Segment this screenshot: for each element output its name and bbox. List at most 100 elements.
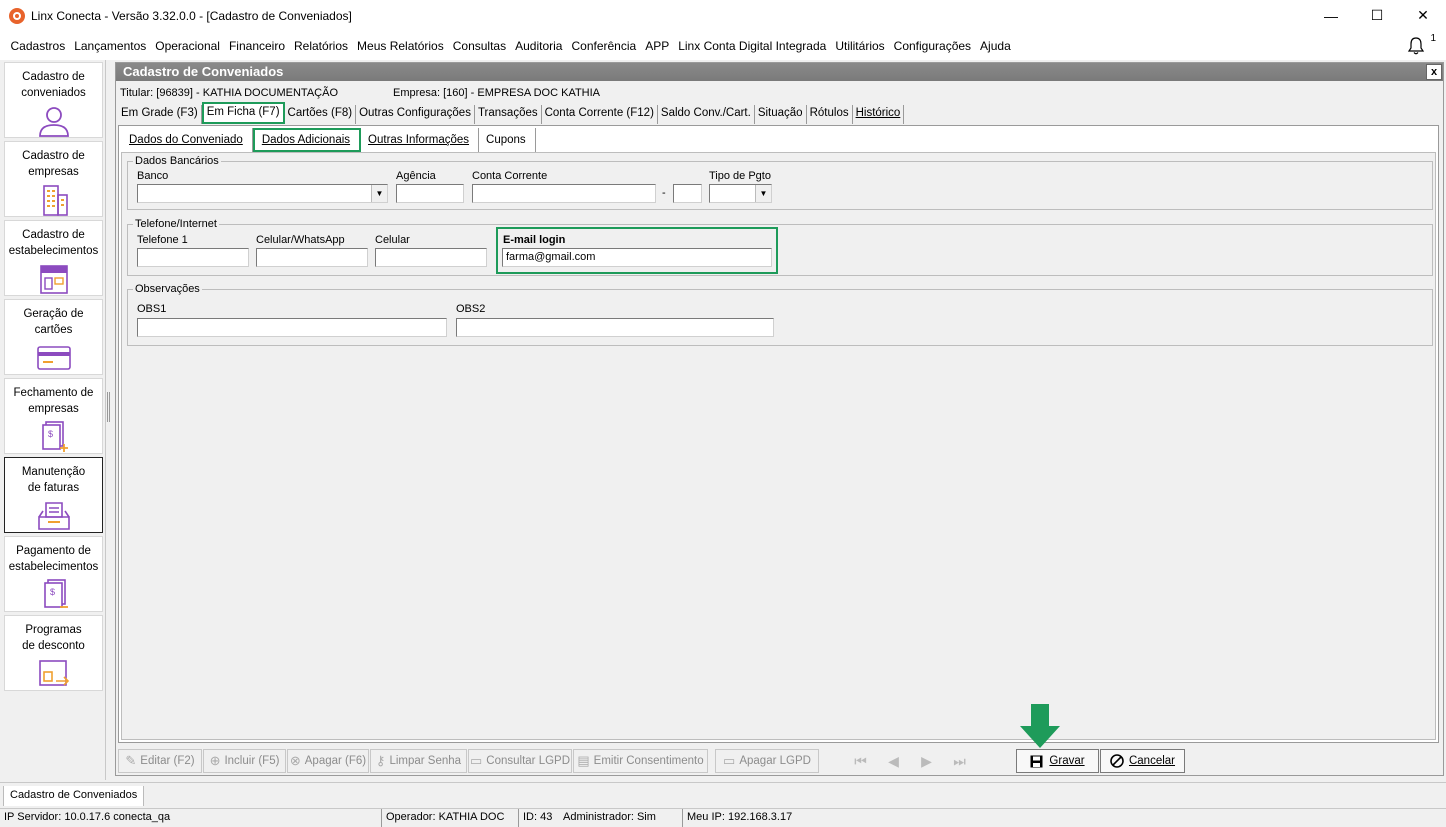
tab-historico[interactable]: Histórico — [853, 105, 905, 124]
form-title-bar: Cadastro de Conveniados x — [116, 63, 1443, 81]
cancelar-button[interactable]: Cancelar — [1100, 749, 1185, 773]
telefone1-input[interactable] — [137, 248, 249, 267]
apagar-lgpd-label: Apagar LGPD — [739, 755, 811, 767]
obs1-input[interactable] — [137, 318, 447, 337]
menu-operacional[interactable]: Operacional — [151, 39, 225, 53]
minimize-button[interactable]: — — [1308, 0, 1354, 31]
limpar-senha-button[interactable]: ⚷ Limpar Senha — [370, 749, 467, 773]
empresa-label: Empresa: [160] - EMPRESA DOC KATHIA — [393, 87, 601, 99]
menu-financeiro[interactable]: Financeiro — [224, 39, 289, 53]
celular-label: Celular — [375, 234, 410, 246]
status-operador: Operador: KATHIA DOC — [382, 809, 519, 827]
incluir-label: Incluir (F5) — [224, 755, 280, 767]
apagar-lgpd-button[interactable]: ▭ Apagar LGPD — [715, 749, 819, 773]
form-close-button[interactable]: x — [1426, 64, 1442, 80]
menu-configuracoes[interactable]: Configurações — [889, 39, 975, 53]
conta-label: Conta Corrente — [472, 170, 548, 182]
sidebar-splitter[interactable] — [107, 392, 110, 422]
tab-transacoes[interactable]: Transações — [475, 105, 542, 124]
tab-em-grade[interactable]: Em Grade (F3) — [118, 105, 202, 124]
last-record-icon[interactable]: ⏭ — [943, 753, 976, 770]
menu-auditoria[interactable]: Auditoria — [511, 39, 567, 53]
consultar-lgpd-button[interactable]: ▭ Consultar LGPD — [468, 749, 572, 773]
sidebar-item-conveniados[interactable]: Cadastro de conveniados — [4, 62, 103, 138]
menu-ajuda[interactable]: Ajuda — [976, 39, 1016, 53]
menu-conferencia[interactable]: Conferência — [567, 39, 641, 53]
menu-cadastros[interactable]: Cadastros — [6, 39, 70, 53]
notification-count: 1 — [1430, 33, 1436, 44]
plus-circle-icon: ⊕ — [209, 753, 221, 768]
limpar-label: Limpar Senha — [389, 755, 462, 767]
tab-conta-corrente[interactable]: Conta Corrente (F12) — [542, 105, 658, 124]
tab-saldo[interactable]: Saldo Conv./Cart. — [658, 105, 755, 124]
tab-em-ficha[interactable]: Em Ficha (F7) — [201, 102, 285, 124]
emitir-label: Emitir Consentimento — [593, 755, 704, 767]
digito-input[interactable] — [673, 184, 702, 203]
titular-label: Titular: [96839] - KATHIA DOCUMENTAÇÃO — [120, 87, 339, 99]
bank-legend: Dados Bancários — [135, 155, 219, 167]
apagar-button[interactable]: ⊗ Apagar (F6) — [287, 749, 369, 773]
sidebar-label: Programas — [25, 624, 82, 636]
sidebar-label: de faturas — [27, 482, 80, 494]
taskbar-item-conveniados[interactable]: Cadastro de Conveniados — [3, 786, 145, 806]
banco-select[interactable]: ▼ — [137, 184, 388, 203]
conta-input[interactable] — [472, 184, 656, 203]
chevron-down-icon[interactable]: ▼ — [371, 185, 387, 202]
sidebar-item-programas-desconto[interactable]: Programas de desconto — [4, 615, 103, 691]
tab-cartoes[interactable]: Cartões (F8) — [285, 105, 357, 124]
celular-input[interactable] — [375, 248, 487, 267]
payment-icon: $ — [43, 579, 68, 608]
subtab-outras-informacoes[interactable]: Outras Informações — [361, 128, 480, 152]
subtab-dados-conveniado[interactable]: Dados do Conveniado — [122, 128, 253, 152]
email-login-input[interactable]: farma@gmail.com — [502, 248, 772, 267]
sidebar-label: Fechamento de — [13, 387, 94, 399]
menu-linx-conta-digital[interactable]: Linx Conta Digital Integrada — [674, 39, 831, 53]
sidebar-item-manutencao-faturas[interactable]: Manutenção de faturas — [4, 457, 103, 533]
cancelar-label: Cancelar — [1128, 755, 1176, 767]
sidebar-item-pagamento-estabelecimentos[interactable]: Pagamento de estabelecimentos $ — [4, 536, 103, 612]
agencia-input[interactable] — [396, 184, 464, 203]
folder-delete-icon: ▭ — [723, 753, 736, 768]
first-record-icon[interactable]: ⏮ — [844, 753, 877, 770]
subtab-cupons[interactable]: Cupons — [479, 128, 536, 152]
menu-utilitarios[interactable]: Utilitários — [831, 39, 889, 53]
cancel-icon — [1110, 754, 1124, 768]
sidebar-item-empresas[interactable]: Cadastro de empresas — [4, 141, 103, 217]
bell-icon[interactable] — [1406, 36, 1426, 56]
prev-record-icon[interactable]: ◀ — [877, 753, 910, 770]
ficha-panel: Dados do Conveniado Dados Adicionais Out… — [118, 125, 1439, 743]
chevron-down-icon[interactable]: ▼ — [755, 185, 771, 202]
close-window-button[interactable]: ✕ — [1400, 0, 1446, 31]
sidebar-item-fechamento-empresas[interactable]: Fechamento de empresas $ — [4, 378, 103, 454]
sidebar-item-geracao-cartoes[interactable]: Geração de cartões — [4, 299, 103, 375]
next-record-icon[interactable]: ▶ — [910, 753, 943, 770]
incluir-button[interactable]: ⊕ Incluir (F5) — [203, 749, 286, 773]
editar-button[interactable]: ✎ Editar (F2) — [118, 749, 202, 773]
menu-lancamentos[interactable]: Lançamentos — [70, 39, 151, 53]
tab-rotulos[interactable]: Rótulos — [807, 105, 853, 124]
whatsapp-input[interactable] — [256, 248, 368, 267]
tipo-pgto-select[interactable]: ▼ — [709, 184, 772, 203]
sidebar-item-estabelecimentos[interactable]: Cadastro de estabelecimentos — [4, 220, 103, 296]
user-icon — [38, 107, 69, 137]
editar-label: Editar (F2) — [140, 755, 195, 767]
menu-relatorios[interactable]: Relatórios — [290, 39, 353, 53]
menu-consultas[interactable]: Consultas — [448, 39, 510, 53]
gravar-button[interactable]: Gravar — [1016, 749, 1099, 773]
sidebar-label: cartões — [34, 324, 73, 336]
menu-meus-relatorios[interactable]: Meus Relatórios — [353, 39, 449, 53]
action-toolbar: ✎ Editar (F2) ⊕ Incluir (F5) ⊗ Apagar (F… — [118, 749, 1439, 773]
conta-dash: - — [662, 187, 666, 199]
record-navigation: ⏮ ◀ ▶ ⏭ — [844, 749, 976, 773]
subtab-dados-adicionais[interactable]: Dados Adicionais — [252, 128, 362, 152]
obs2-input[interactable] — [456, 318, 774, 337]
tipo-pgto-label: Tipo de Pgto — [709, 170, 771, 182]
menu-app[interactable]: APP — [641, 39, 674, 53]
menu-bar: Cadastros Lançamentos Operacional Financ… — [0, 31, 1446, 60]
tab-situacao[interactable]: Situação — [755, 105, 807, 124]
emitir-consentimento-button[interactable]: ▤ Emitir Consentimento — [573, 749, 708, 773]
app-logo-icon — [9, 7, 25, 24]
tab-outras-configuracoes[interactable]: Outras Configurações — [356, 105, 475, 124]
obs-legend: Observações — [135, 283, 200, 295]
maximize-button[interactable]: ☐ — [1354, 0, 1400, 31]
